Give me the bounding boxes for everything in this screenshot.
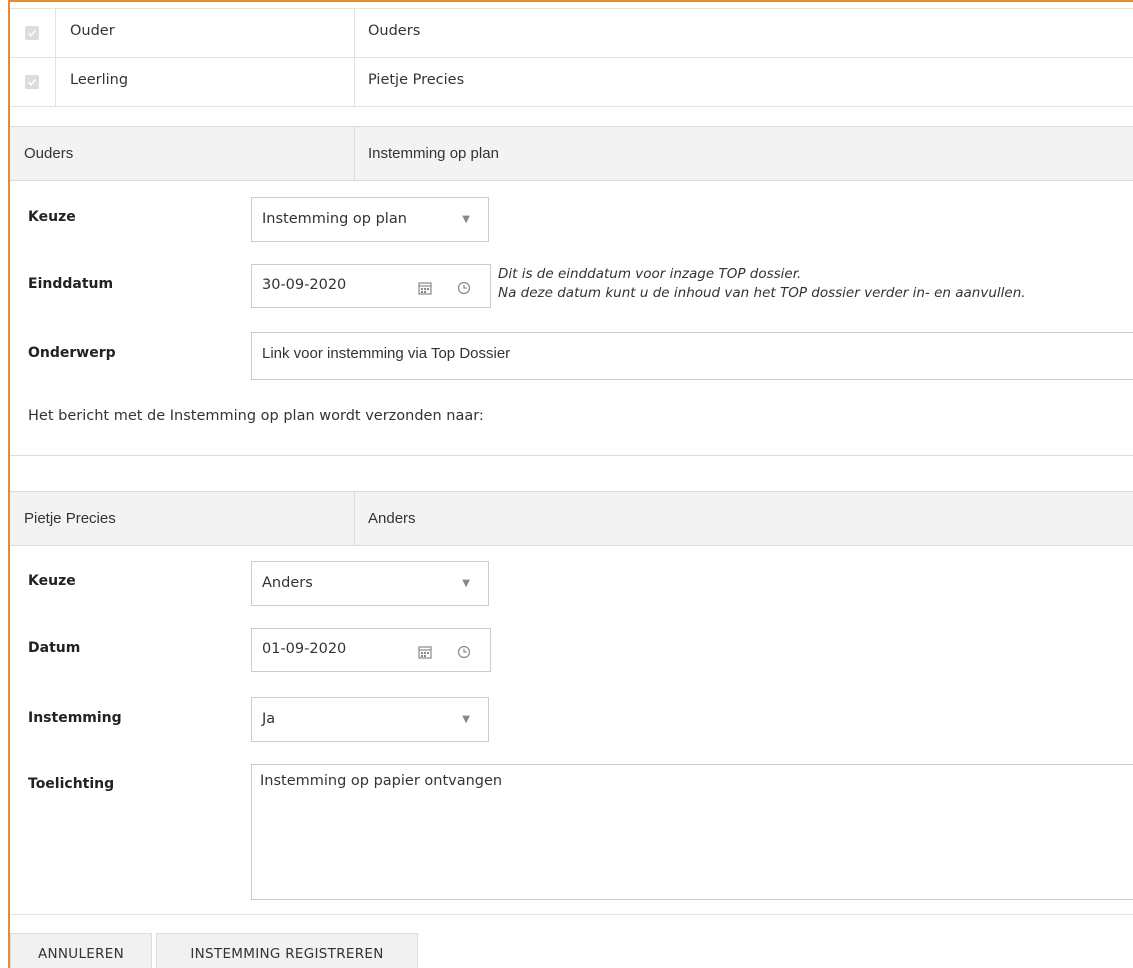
calendar-icon[interactable] xyxy=(418,281,432,295)
toelichting-label: Toelichting xyxy=(28,776,115,792)
recipient-checkbox[interactable] xyxy=(25,75,39,89)
chevron-down-icon: ▼ xyxy=(462,578,470,589)
instemming-selected-value: Ja xyxy=(262,711,276,727)
datum-input[interactable]: 01-09-2020 xyxy=(251,628,491,672)
clock-icon[interactable] xyxy=(457,645,471,659)
table-row: Ouder Ouders xyxy=(10,9,1133,58)
keuze-select[interactable]: Instemming op plan ▼ xyxy=(251,197,489,242)
datum-value: 01-09-2020 xyxy=(262,641,347,657)
checkmark-icon xyxy=(27,78,37,86)
keuze-selected-value: Anders xyxy=(262,575,313,591)
datum-label: Datum xyxy=(28,640,81,656)
calendar-icon[interactable] xyxy=(418,645,432,659)
section-header-name: Pietje Precies xyxy=(24,510,116,527)
section-header-leerling: Pietje Precies Anders xyxy=(10,491,1133,546)
cancel-button[interactable]: ANNULEREN xyxy=(10,933,152,968)
message-recipient-text: Het bericht met de Instemming op plan wo… xyxy=(28,408,484,424)
recipients-table: Ouder Ouders Leerling Pietje Precies xyxy=(10,8,1133,107)
instemming-select[interactable]: Ja ▼ xyxy=(251,697,489,742)
recipient-name: Ouders xyxy=(368,23,421,39)
section-header-status: Anders xyxy=(368,510,416,527)
chevron-down-icon: ▼ xyxy=(462,214,470,225)
clock-icon[interactable] xyxy=(457,281,471,295)
onderwerp-input[interactable]: Link voor instemming via Top Dossier xyxy=(251,332,1133,380)
einddatum-value: 30-09-2020 xyxy=(262,277,347,293)
section-header-ouders: Ouders Instemming op plan xyxy=(10,126,1133,181)
checkmark-icon xyxy=(27,29,37,37)
toelichting-value: Instemming op papier ontvangen xyxy=(260,773,503,789)
onderwerp-label: Onderwerp xyxy=(28,345,116,361)
recipient-name: Pietje Precies xyxy=(368,72,465,88)
einddatum-help-text: Dit is de einddatum voor inzage TOP doss… xyxy=(498,266,1026,301)
recipient-checkbox[interactable] xyxy=(25,26,39,40)
chevron-down-icon: ▼ xyxy=(462,714,470,725)
recipient-role: Leerling xyxy=(70,72,129,88)
toelichting-textarea[interactable]: Instemming op papier ontvangen xyxy=(251,764,1133,900)
dialog-frame: Ouder Ouders Leerling Pietje Precies Oud… xyxy=(8,0,1133,968)
section-header-name: Ouders xyxy=(24,145,74,162)
einddatum-label: Einddatum xyxy=(28,276,114,292)
keuze-label: Keuze xyxy=(28,209,76,225)
instemming-label: Instemming xyxy=(28,710,122,726)
register-consent-button[interactable]: INSTEMMING REGISTREREN xyxy=(156,933,418,968)
onderwerp-value: Link voor instemming via Top Dossier xyxy=(262,345,511,362)
einddatum-input[interactable]: 30-09-2020 xyxy=(251,264,491,308)
keuze-select[interactable]: Anders ▼ xyxy=(251,561,489,606)
button-bar: ANNULEREN INSTEMMING REGISTREREN xyxy=(10,914,1133,968)
recipient-role: Ouder xyxy=(70,23,115,39)
divider xyxy=(10,455,1133,456)
section-header-status: Instemming op plan xyxy=(368,145,499,162)
keuze-label: Keuze xyxy=(28,573,76,589)
table-row: Leerling Pietje Precies xyxy=(10,58,1133,107)
keuze-selected-value: Instemming op plan xyxy=(262,211,407,227)
